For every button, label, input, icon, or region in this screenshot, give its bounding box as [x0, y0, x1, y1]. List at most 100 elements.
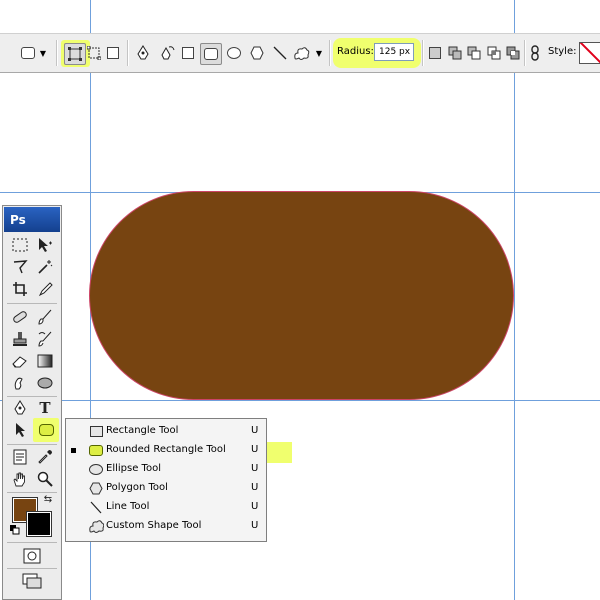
eyedropper-tool[interactable]: [34, 447, 56, 467]
paths-icon: [87, 46, 101, 60]
flyout-item-label: Line Tool: [106, 501, 150, 512]
slice-knife-icon: [38, 282, 53, 297]
hand-icon: [13, 472, 25, 487]
link-layer-style-button[interactable]: [527, 43, 543, 63]
brush-tool[interactable]: [34, 307, 56, 327]
history-brush-icon: [38, 331, 52, 347]
quick-mask-mode-button[interactable]: [21, 546, 43, 566]
flyout-item-custom-shape[interactable]: Custom Shape Tool U: [66, 517, 266, 536]
flyout-item-label: Rounded Rectangle Tool: [106, 444, 226, 455]
default-colors-icon[interactable]: [9, 524, 21, 536]
rounded-rectangle-icon: [88, 444, 104, 457]
toolbox: Ps T ⇆: [2, 205, 62, 600]
smudge-icon: [14, 377, 23, 390]
flyout-item-line[interactable]: Line Tool U: [66, 498, 266, 517]
zoom-tool[interactable]: [34, 469, 56, 489]
shape-layers-mode-button[interactable]: [64, 43, 86, 65]
intersect-shape-areas-button[interactable]: [484, 43, 504, 63]
gradient-icon: [37, 354, 53, 368]
rounded-rectangle-icon: [38, 424, 54, 436]
selection-arrow-icon: [16, 423, 25, 437]
dodge-tool[interactable]: [34, 373, 56, 393]
crop-tool[interactable]: [9, 279, 31, 299]
magic-wand-tool[interactable]: [34, 257, 56, 277]
style-label: Style:: [548, 46, 577, 57]
flyout-item-rounded-rectangle[interactable]: Rounded Rectangle Tool U: [66, 441, 266, 460]
options-bar: ▼ ▼ Radius: 125 px Style:: [0, 33, 600, 73]
healing-brush-tool[interactable]: [9, 307, 31, 327]
guide-horizontal: [0, 400, 600, 401]
custom-shape-icon: [88, 520, 104, 533]
radius-input[interactable]: [374, 43, 414, 61]
guide-vertical: [514, 0, 515, 600]
ellipse-icon: [88, 463, 104, 476]
paths-mode-button[interactable]: [84, 43, 104, 63]
rectangle-icon: [88, 425, 104, 438]
subtract-shape-area-button[interactable]: [464, 43, 484, 63]
freeform-pen-icon: [161, 46, 175, 60]
flyout-item-rectangle[interactable]: Rectangle Tool U: [66, 422, 266, 441]
screen-mode-icon: [22, 573, 42, 589]
polygon-tool-button[interactable]: [247, 43, 267, 63]
marquee-icon: [12, 238, 28, 252]
stamp-icon: [13, 332, 27, 346]
lasso-icon: [13, 260, 28, 274]
path-selection-tool[interactable]: [9, 420, 31, 440]
move-tool[interactable]: [34, 235, 56, 255]
fill-pixels-mode-button[interactable]: [103, 43, 123, 63]
ellipse-tool-button[interactable]: [224, 43, 244, 63]
hand-tool[interactable]: [9, 469, 31, 489]
pen-tool[interactable]: [9, 398, 31, 418]
history-brush-tool[interactable]: [34, 329, 56, 349]
flyout-item-label: Ellipse Tool: [106, 463, 161, 474]
subtract-shape-area-icon: [467, 46, 481, 60]
type-tool[interactable]: T: [34, 398, 56, 418]
radius-label: Radius:: [337, 46, 374, 57]
rounded-rectangle-icon: [204, 48, 218, 60]
rounded-rectangle-tool[interactable]: [35, 420, 57, 440]
line-tool-button[interactable]: [270, 43, 290, 63]
notes-tool[interactable]: [9, 447, 31, 467]
rounded-rectangle-shape[interactable]: [90, 192, 513, 399]
notes-icon: [13, 449, 27, 465]
exclude-overlapping-shape-areas-button[interactable]: [503, 43, 523, 63]
add-shape-area-icon: [448, 46, 462, 60]
flyout-item-ellipse[interactable]: Ellipse Tool U: [66, 460, 266, 479]
preset-dropdown-arrow-icon[interactable]: ▼: [36, 43, 50, 63]
lasso-tool[interactable]: [9, 257, 31, 277]
flyout-item-label: Polygon Tool: [106, 482, 168, 493]
custom-shape-tool-button[interactable]: [292, 43, 312, 63]
chain-link-icon: [531, 45, 539, 61]
style-picker-swatch[interactable]: [579, 42, 600, 64]
ellipse-icon: [227, 47, 241, 59]
magnifier-icon: [37, 471, 53, 487]
tool-preset-picker[interactable]: [18, 43, 38, 63]
sponge-icon: [37, 377, 53, 389]
flyout-item-shortcut: U: [251, 501, 259, 512]
rounded-rectangle-tool-button[interactable]: [200, 43, 222, 65]
freeform-pen-tool-button[interactable]: [157, 43, 177, 63]
flyout-item-polygon[interactable]: Polygon Tool U: [66, 479, 266, 498]
rectangle-tool-button[interactable]: [178, 43, 198, 63]
flyout-item-shortcut: U: [251, 425, 259, 436]
swap-colors-icon[interactable]: ⇆: [41, 492, 55, 506]
shape-options-dropdown-arrow-icon[interactable]: ▼: [312, 43, 326, 63]
gradient-tool[interactable]: [34, 351, 56, 371]
create-new-shape-layer-button[interactable]: [425, 43, 445, 63]
clone-stamp-tool[interactable]: [9, 329, 31, 349]
intersect-shape-icon: [487, 46, 501, 60]
pen-icon: [137, 45, 149, 60]
slice-tool[interactable]: [34, 279, 56, 299]
background-color-swatch[interactable]: [27, 512, 51, 536]
marquee-tool[interactable]: [9, 235, 31, 255]
flyout-item-label: Custom Shape Tool: [106, 520, 202, 531]
eraser-tool[interactable]: [9, 351, 31, 371]
screen-mode-button[interactable]: [21, 571, 43, 591]
magic-wand-icon: [38, 260, 53, 274]
shape-layers-icon: [68, 47, 82, 61]
add-to-shape-area-button[interactable]: [445, 43, 465, 63]
blur-tool[interactable]: [9, 373, 31, 393]
line-icon: [88, 501, 104, 514]
photoshop-logo: Ps: [4, 207, 60, 232]
pen-tool-button[interactable]: [133, 43, 153, 63]
